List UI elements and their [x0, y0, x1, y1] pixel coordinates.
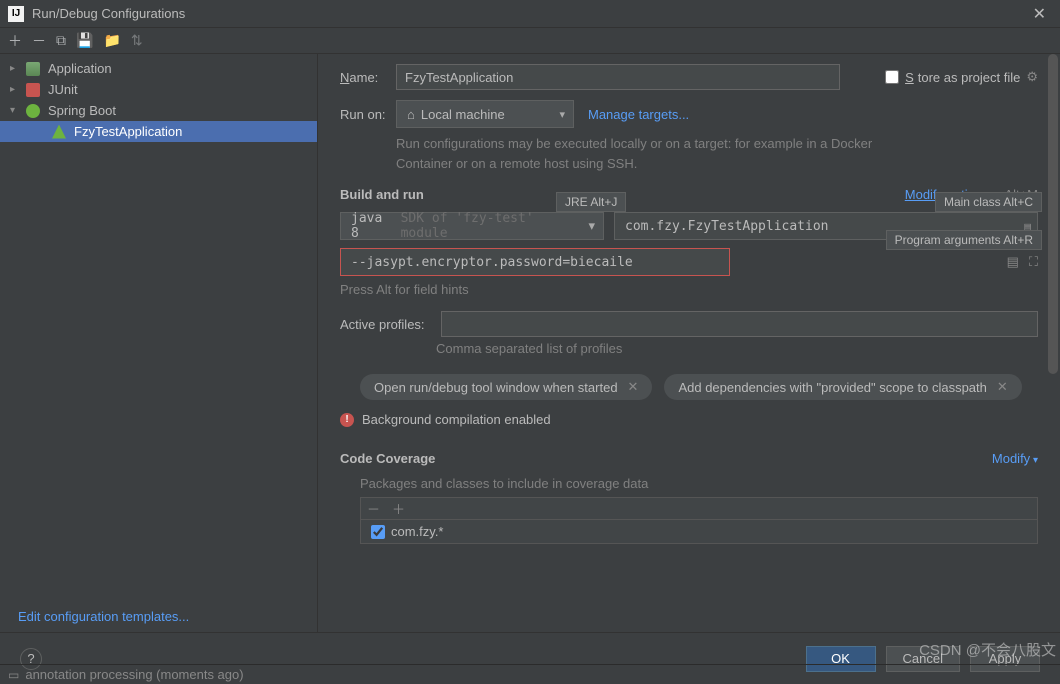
jre-badge: JRE Alt+J: [556, 192, 626, 212]
leaf-icon: [52, 125, 66, 139]
book-icon: ▭: [8, 668, 19, 682]
tag-open-tool[interactable]: Open run/debug tool window when started …: [360, 374, 652, 400]
home-icon: ⌂: [407, 107, 415, 122]
store-checkbox[interactable]: Store as project file ⚙: [885, 69, 1038, 85]
jre-prefix: java 8: [351, 211, 395, 241]
remove-icon[interactable]: －: [32, 31, 46, 51]
remove-icon[interactable]: －: [367, 499, 380, 518]
spring-icon: [26, 104, 40, 118]
tree-item-application[interactable]: ▸ Application: [0, 58, 317, 79]
runon-description: Run configurations may be executed local…: [396, 134, 896, 173]
coverage-item-label: com.fzy.*: [391, 524, 444, 539]
fullscreen-icon[interactable]: ⛶: [1029, 254, 1038, 270]
folder-icon[interactable]: 📁: [103, 32, 120, 49]
sidebar: ▸ Application ▸ JUnit ▾ Spring Boot FzyT…: [0, 54, 318, 632]
status-bar: ▭ annotation processing (moments ago): [0, 664, 1060, 684]
profiles-hint: Comma separated list of profiles: [436, 341, 1038, 356]
coverage-checkbox[interactable]: [371, 525, 385, 539]
name-input[interactable]: [396, 64, 840, 90]
coverage-modify-link[interactable]: Modify: [992, 451, 1038, 466]
app-icon: IJ: [8, 6, 24, 22]
window-title: Run/Debug Configurations: [32, 6, 1027, 21]
runon-dropdown[interactable]: ⌂ Local machine: [396, 100, 574, 128]
add-icon[interactable]: ＋: [392, 499, 405, 518]
profiles-input[interactable]: [441, 311, 1038, 337]
content-panel: Name: Store as project file ⚙ Run on: ⌂ …: [318, 54, 1060, 632]
save-icon[interactable]: 💾: [76, 32, 93, 49]
application-icon: [26, 62, 40, 76]
mainclass-badge: Main class Alt+C: [935, 192, 1042, 212]
tree-label: Application: [48, 61, 112, 76]
status-text: annotation processing (moments ago): [25, 667, 243, 682]
chevron-down-icon: ▾: [10, 105, 22, 116]
field-hint: Press Alt for field hints: [340, 282, 1038, 297]
manage-targets-link[interactable]: Manage targets...: [588, 107, 689, 122]
args-badge: Program arguments Alt+R: [886, 230, 1042, 250]
name-label: Name:: [340, 70, 396, 85]
tree-label: FzyTestApplication: [74, 124, 182, 139]
runon-label: Run on:: [340, 107, 396, 122]
chevron-right-icon: ▸: [10, 84, 22, 95]
args-value: --jasypt.encryptor.password=biecaile: [351, 255, 633, 270]
warning-icon: !: [340, 413, 354, 427]
close-icon[interactable]: ✕: [997, 379, 1008, 395]
chevron-right-icon: ▸: [10, 63, 22, 74]
sort-icon[interactable]: ⇅: [131, 32, 143, 49]
title-bar: IJ Run/Debug Configurations ✕: [0, 0, 1060, 28]
main-class-value: com.fzy.FzyTestApplication: [625, 219, 829, 234]
tree-item-springboot[interactable]: ▾ Spring Boot: [0, 100, 317, 121]
runon-value: Local machine: [421, 107, 505, 122]
store-label: tore as project file: [918, 70, 1021, 85]
edit-templates-link[interactable]: Edit configuration templates...: [18, 609, 189, 624]
tag-label: Open run/debug tool window when started: [374, 380, 618, 395]
coverage-title: Code Coverage: [340, 451, 435, 466]
profiles-label: Active profiles:: [340, 317, 425, 332]
tree-label: Spring Boot: [48, 103, 116, 118]
junit-icon: [26, 83, 40, 97]
gear-icon[interactable]: ⚙: [1026, 69, 1038, 85]
tree-item-junit[interactable]: ▸ JUnit: [0, 79, 317, 100]
program-args-input[interactable]: --jasypt.encryptor.password=biecaile: [340, 248, 730, 276]
scrollbar[interactable]: [1046, 54, 1060, 632]
build-run-title: Build and run: [340, 187, 424, 202]
jre-suffix: SDK of 'fzy-test' module: [401, 211, 575, 241]
jre-dropdown[interactable]: java 8 SDK of 'fzy-test' module: [340, 212, 604, 240]
coverage-box: － ＋ com.fzy.*: [360, 497, 1038, 544]
tag-label: Add dependencies with "provided" scope t…: [678, 380, 986, 395]
add-icon[interactable]: ＋: [8, 31, 22, 51]
store-checkbox-input[interactable]: [885, 70, 899, 84]
warning-text: Background compilation enabled: [362, 412, 551, 427]
copy-icon[interactable]: ⧉: [56, 32, 66, 49]
close-icon[interactable]: ✕: [628, 379, 639, 395]
coverage-item[interactable]: com.fzy.*: [361, 520, 1037, 543]
toolbar: ＋ － ⧉ 💾 📁 ⇅: [0, 28, 1060, 54]
expand-icon[interactable]: ▤: [1007, 254, 1019, 270]
tree-label: JUnit: [48, 82, 78, 97]
tree-item-fzy[interactable]: FzyTestApplication: [0, 121, 317, 142]
coverage-packages-label: Packages and classes to include in cover…: [360, 476, 1038, 491]
close-icon[interactable]: ✕: [1027, 4, 1052, 24]
tag-provided-scope[interactable]: Add dependencies with "provided" scope t…: [664, 374, 1021, 400]
